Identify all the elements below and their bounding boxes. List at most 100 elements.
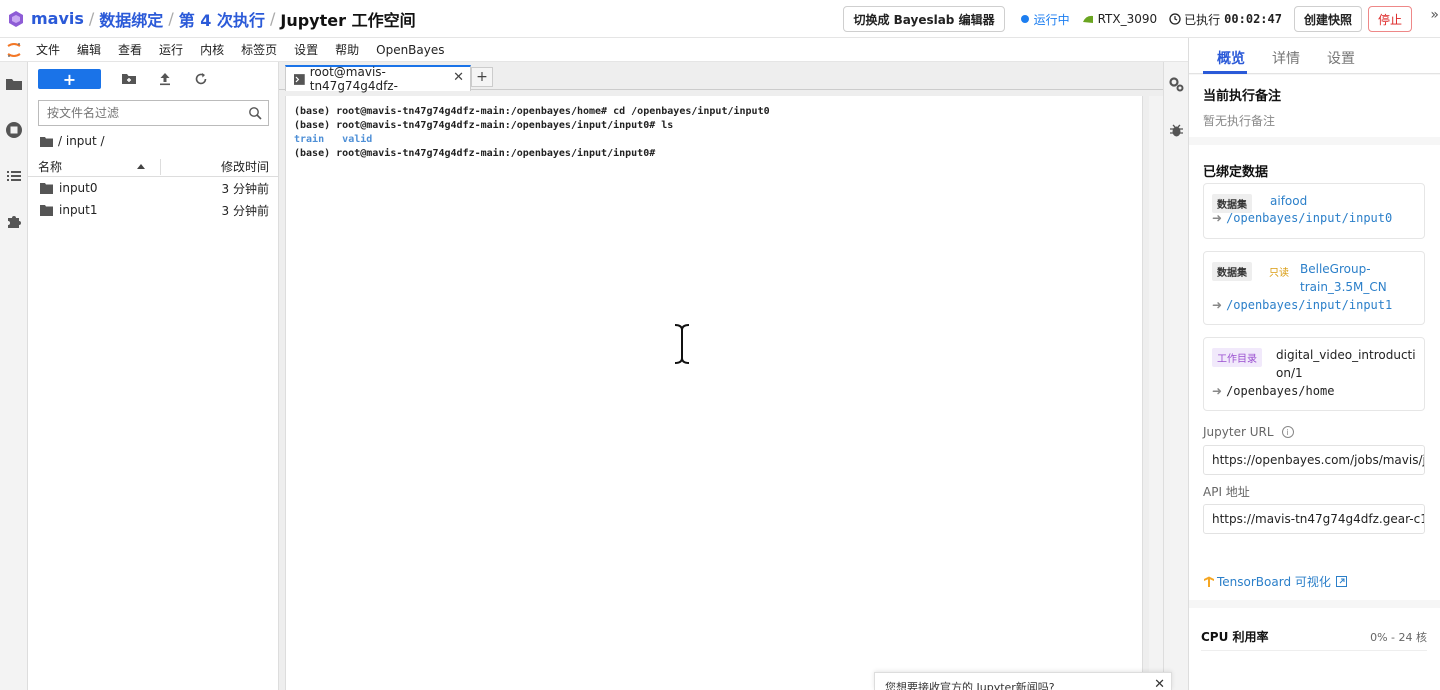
- switch-editor-button[interactable]: 切换成 Bayeslab 编辑器: [843, 6, 1005, 32]
- gpu-info: RTX_3090: [1082, 12, 1157, 26]
- root-folder-icon[interactable]: [40, 136, 53, 147]
- current-path[interactable]: / input /: [58, 134, 105, 148]
- close-icon[interactable]: ✕: [453, 70, 464, 85]
- menu-view[interactable]: 查看: [118, 41, 142, 58]
- tab-title: root@mavis-tn47g74g4dfz-: [309, 65, 398, 93]
- mount-path[interactable]: ➜/openbayes/input/input1: [1212, 298, 1392, 312]
- right-sidebar-rail: [1163, 62, 1188, 690]
- tensorboard-link[interactable]: TensorBoard 可视化: [1203, 573, 1347, 590]
- add-tab-button[interactable]: +: [471, 67, 493, 87]
- list-item[interactable]: input1 3 分钟前: [28, 199, 279, 221]
- file-list-header: 名称 修改时间: [28, 157, 279, 177]
- menu-run[interactable]: 运行: [159, 41, 183, 58]
- binding-card: 数据集 只读 BelleGroup- train_3.5M_CN ➜/openb…: [1203, 251, 1425, 325]
- breadcrumb-project[interactable]: mavis: [31, 9, 84, 28]
- elapsed-label: 已执行: [1184, 12, 1221, 27]
- file-filter-input[interactable]: [47, 106, 237, 120]
- api-url-field[interactable]: https://mavis-tn47g74g4dfz.gear-c1.openb…: [1203, 504, 1425, 534]
- note-empty: 暂无执行备注: [1203, 114, 1276, 128]
- folder-icon: [40, 183, 53, 194]
- file-modified: 3 分钟前: [221, 181, 269, 196]
- terminal-line: (base) root@mavis-tn47g74g4dfz-main:/ope…: [294, 106, 770, 117]
- elapsed-time: 00:02:47: [1224, 12, 1282, 26]
- tab-bar: root@mavis-tn47g74g4dfz- ✕ +: [279, 62, 1163, 93]
- dataset-link[interactable]: aifood: [1270, 192, 1307, 210]
- folder-icon[interactable]: [5, 75, 23, 93]
- status-text: 运行中: [1033, 12, 1070, 27]
- clock-icon: [1169, 13, 1181, 25]
- file-name: input0: [59, 181, 98, 195]
- file-filter-field[interactable]: [38, 100, 269, 126]
- table-of-contents-icon[interactable]: [5, 167, 23, 185]
- terminal-icon: [294, 73, 305, 85]
- breadcrumb-execution[interactable]: 第 4 次执行: [179, 7, 265, 31]
- tab-terminal[interactable]: root@mavis-tn47g74g4dfz- ✕: [285, 65, 471, 93]
- news-notification-toast: 您想要接收官方的 Jupyter新闻吗? ✕: [874, 672, 1172, 690]
- mount-path[interactable]: ➜/openbayes/input/input0: [1212, 211, 1392, 225]
- sort-ascending-icon[interactable]: [136, 160, 146, 174]
- menu-settings[interactable]: 设置: [294, 41, 318, 58]
- new-launcher-button[interactable]: +: [38, 69, 101, 89]
- dir-entry: valid: [342, 134, 373, 145]
- list-item[interactable]: input0 3 分钟前: [28, 177, 279, 199]
- breadcrumb-binding[interactable]: 数据绑定: [99, 7, 163, 31]
- close-icon[interactable]: ✕: [1154, 677, 1165, 690]
- terminal-line: (base) root@mavis-tn47g74g4dfz-main:/ope…: [294, 120, 674, 131]
- tab-overview[interactable]: 概览: [1217, 48, 1245, 68]
- page-title: Jupyter 工作空间: [280, 10, 416, 30]
- menu-kernel[interactable]: 内核: [200, 41, 224, 58]
- upload-icon[interactable]: [157, 71, 173, 87]
- terminal-ls-output: train valid: [294, 133, 1134, 147]
- column-divider[interactable]: [160, 159, 161, 175]
- jupyter-url-field[interactable]: https://openbayes.com/jobs/mavis/jupyter: [1203, 445, 1425, 475]
- file-modified: 3 分钟前: [221, 203, 269, 218]
- mount-path-text: /openbayes/input/input0: [1226, 211, 1393, 225]
- external-link-icon: [1335, 576, 1347, 587]
- collapse-panel-icon[interactable]: »: [1430, 7, 1439, 23]
- menu-tabs[interactable]: 标签页: [241, 41, 277, 58]
- stop-button[interactable]: 停止: [1367, 6, 1412, 32]
- cpu-chart-area: [1201, 650, 1427, 651]
- binding-type-tag: 数据集: [1212, 262, 1252, 281]
- refresh-icon[interactable]: [193, 71, 209, 87]
- binding-card: 数据集 aifood ➜/openbayes/input/input0: [1203, 183, 1425, 239]
- new-folder-icon[interactable]: [121, 71, 137, 87]
- mount-path[interactable]: ➜/openbayes/home: [1212, 384, 1334, 398]
- breadcrumb: / input /: [40, 134, 105, 148]
- extension-puzzle-icon[interactable]: [5, 213, 23, 231]
- elapsed-timer: 已执行 00:02:47: [1169, 11, 1282, 28]
- running-sessions-icon[interactable]: [5, 121, 23, 139]
- terminal-scrollbar[interactable]: [1149, 96, 1163, 690]
- binding-card: 工作目录 digital_video_introducti on/1 ➜/ope…: [1203, 337, 1425, 411]
- workdir-tag: 工作目录: [1212, 348, 1262, 367]
- top-bar: mavis / 数据绑定 / 第 4 次执行 / Jupyter 工作空间 切换…: [0, 0, 1440, 38]
- menu-help[interactable]: 帮助: [335, 41, 359, 58]
- bound-data-section: 已绑定数据 数据集 aifood ➜/openbayes/input/input…: [1189, 145, 1440, 600]
- execution-note-section: 当前执行备注 暂无执行备注: [1189, 75, 1440, 137]
- dataset-link[interactable]: BelleGroup- train_3.5M_CN: [1300, 260, 1387, 296]
- running-dot-icon: [1020, 15, 1029, 23]
- breadcrumb-separator: /: [88, 9, 95, 28]
- menu-openbayes[interactable]: OpenBayes: [376, 43, 444, 57]
- cpu-usage-section: CPU 利用率 0% - 24 核: [1189, 608, 1440, 690]
- column-modified[interactable]: 修改时间: [221, 158, 269, 175]
- toast-message: 您想要接收官方的 Jupyter新闻吗?: [885, 681, 1055, 690]
- note-title: 当前执行备注: [1203, 89, 1282, 104]
- workdir-name: digital_video_introducti on/1: [1276, 348, 1416, 380]
- create-snapshot-button[interactable]: 创建快照: [1293, 6, 1362, 32]
- jupyter-logo-icon: [7, 42, 21, 57]
- property-inspector-icon[interactable]: [1168, 76, 1185, 93]
- search-icon: [249, 107, 262, 120]
- file-browser: + / input / 名称 修改时间: [28, 62, 279, 690]
- info-icon[interactable]: i: [1281, 426, 1294, 438]
- debugger-bug-icon[interactable]: [1168, 122, 1185, 139]
- jupyter-url-label-text: Jupyter URL: [1203, 425, 1274, 439]
- mavis-logo-icon: [9, 10, 23, 27]
- menu-edit[interactable]: 编辑: [77, 41, 101, 58]
- tab-details[interactable]: 详情: [1272, 48, 1300, 68]
- terminal-output[interactable]: (base) root@mavis-tn47g74g4dfz-main:/ope…: [285, 96, 1143, 690]
- menu-file[interactable]: 文件: [36, 41, 60, 58]
- api-url-label: API 地址: [1203, 485, 1250, 499]
- column-name[interactable]: 名称: [38, 158, 62, 175]
- tab-settings[interactable]: 设置: [1327, 48, 1355, 68]
